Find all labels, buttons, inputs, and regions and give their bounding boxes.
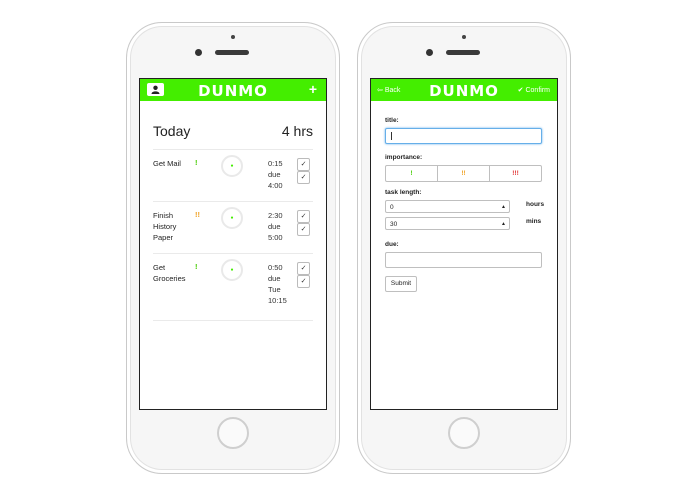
due-input[interactable]	[385, 252, 542, 268]
phone-right: ⇦ Back DUNMO ✔ Confirm title: importance…	[357, 22, 571, 474]
complete-task-button[interactable]: ✓	[297, 262, 310, 275]
task-row[interactable]: Get Mail ! ● 0:15 due 4:00 ✓ ✓	[153, 149, 313, 202]
task-row[interactable]: Get Groceries ! ● 0:50 due Tue 10:15 ✓ ✓	[153, 253, 313, 321]
task-importance: !!	[195, 210, 200, 219]
schedule-task-button[interactable]: ✓	[297, 275, 310, 288]
submit-button[interactable]: Submit	[385, 276, 417, 292]
minutes-unit: mins	[526, 218, 542, 225]
importance-label: importance:	[385, 154, 423, 161]
minutes-select[interactable]: 30 ▲	[385, 217, 510, 230]
earpiece-speaker	[446, 50, 480, 55]
task-duration: 0:50	[268, 263, 283, 272]
task-time: 0:15 due 4:00	[268, 158, 294, 191]
new-task-screen: ⇦ Back DUNMO ✔ Confirm title: importance…	[370, 78, 558, 410]
front-sensor	[462, 35, 466, 39]
select-arrows-icon: ▲	[501, 221, 506, 227]
hours-select[interactable]: 0 ▲	[385, 200, 510, 213]
progress-ring[interactable]: ●	[221, 207, 243, 229]
task-time: 2:30 due 5:00	[268, 210, 294, 243]
complete-task-button[interactable]: ✓	[297, 210, 310, 223]
front-camera	[195, 49, 202, 56]
minutes-value: 30	[390, 221, 398, 228]
add-task-button[interactable]: +	[309, 81, 317, 97]
task-duration: 0:15	[268, 159, 283, 168]
task-title: Finish History Paper	[153, 211, 177, 242]
task-time: 0:50 due Tue 10:15	[268, 262, 294, 306]
importance-low-button[interactable]: !	[386, 166, 437, 181]
progress-ring[interactable]: ●	[221, 259, 243, 281]
title-label: title:	[385, 117, 399, 124]
home-button[interactable]	[217, 417, 249, 449]
importance-medium-button[interactable]: !!	[437, 166, 489, 181]
hours-value: 0	[390, 204, 394, 211]
title-input[interactable]	[385, 128, 542, 144]
schedule-task-button[interactable]: ✓	[297, 171, 310, 184]
progress-dot-icon: ●	[230, 215, 234, 221]
top-bar: DUNMO +	[140, 79, 326, 101]
task-title: Get Mail	[153, 159, 181, 168]
confirm-button[interactable]: ✔ Confirm	[518, 86, 550, 94]
importance-selector: ! !! !!!	[385, 165, 542, 182]
task-due: due 5:00	[268, 222, 283, 242]
task-due: due Tue 10:15	[268, 274, 287, 305]
earpiece-speaker	[215, 50, 249, 55]
schedule-task-button[interactable]: ✓	[297, 223, 310, 236]
front-camera	[426, 49, 433, 56]
total-hours: 4 hrs	[281, 123, 313, 139]
top-bar: ⇦ Back DUNMO ✔ Confirm	[371, 79, 557, 101]
home-button[interactable]	[448, 417, 480, 449]
task-importance: !	[195, 262, 198, 271]
complete-task-button[interactable]: ✓	[297, 158, 310, 171]
select-arrows-icon: ▲	[501, 204, 506, 210]
task-length-label: task length:	[385, 189, 422, 196]
progress-dot-icon: ●	[230, 163, 234, 169]
hours-unit: hours	[526, 201, 545, 208]
task-row[interactable]: Finish History Paper !! ● 2:30 due 5:00 …	[153, 201, 313, 254]
text-cursor	[391, 132, 392, 140]
task-title: Get Groceries	[153, 263, 186, 283]
phone-left: DUNMO + Today 4 hrs Get Mail ! ● 0:15 du…	[126, 22, 340, 474]
progress-ring[interactable]: ●	[221, 155, 243, 177]
task-duration: 2:30	[268, 211, 283, 220]
task-list-screen: DUNMO + Today 4 hrs Get Mail ! ● 0:15 du…	[139, 78, 327, 410]
summary-row: Today 4 hrs	[153, 123, 313, 143]
progress-dot-icon: ●	[230, 267, 234, 273]
day-title: Today	[153, 123, 191, 139]
task-importance: !	[195, 158, 198, 167]
task-due: due 4:00	[268, 170, 283, 190]
front-sensor	[231, 35, 235, 39]
app-logo: DUNMO	[198, 82, 268, 100]
importance-high-button[interactable]: !!!	[489, 166, 541, 181]
confirm-label: Confirm	[525, 87, 550, 94]
checkmark-icon: ✔	[517, 87, 524, 94]
due-label: due:	[385, 241, 399, 248]
